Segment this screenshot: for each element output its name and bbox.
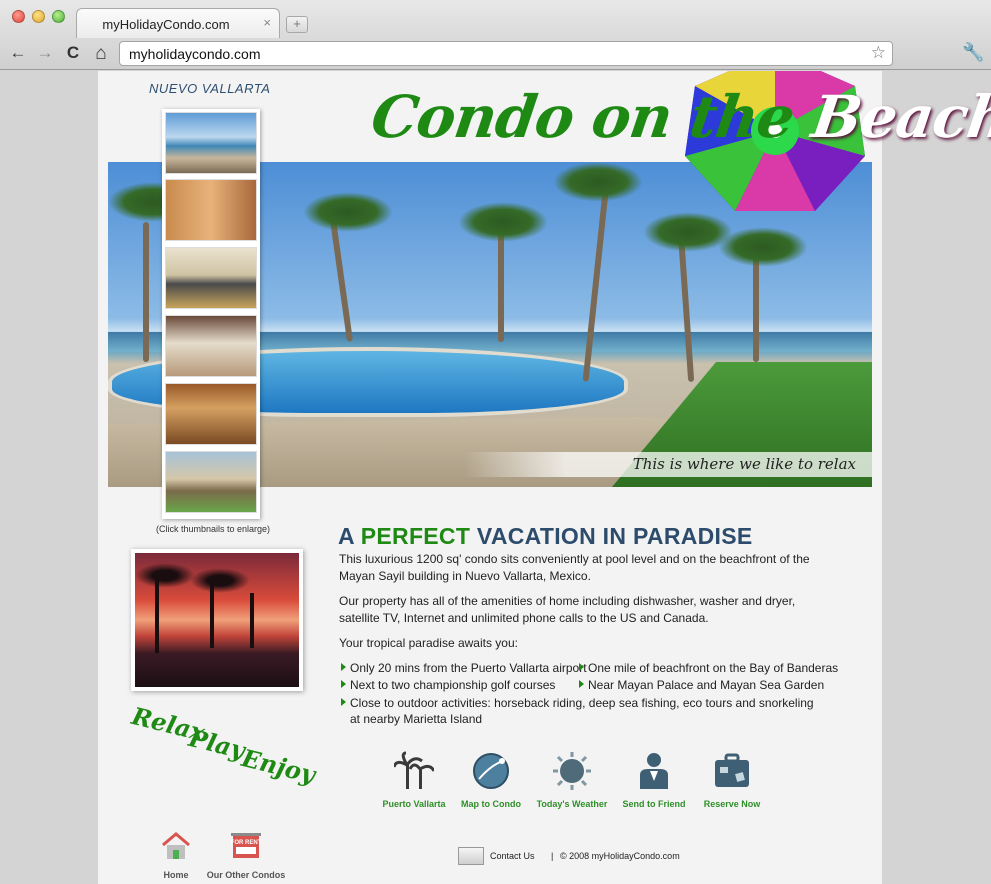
nav-label: Reserve Now: [703, 799, 761, 809]
page-headline: A PERFECT VACATION IN PARADISE: [338, 523, 753, 550]
for-rent-sign-icon: FOR RENT: [231, 833, 262, 858]
sunset-image: [135, 553, 299, 687]
back-icon[interactable]: ←: [8, 43, 28, 63]
site-title: Condo on the Beach: [367, 83, 991, 151]
nav-todays-weather[interactable]: Today's Weather: [532, 751, 612, 809]
nav-puerto-vallarta[interactable]: Puerto Vallarta: [374, 751, 454, 809]
list-item: Only 20 mins from the Puerto Vallarta ai…: [341, 661, 587, 675]
palm-silhouette-leaves: [135, 563, 195, 588]
nav-label: Puerto Vallarta: [382, 799, 446, 809]
footer-label: Home: [163, 870, 189, 880]
footer-home-link[interactable]: Home: [136, 831, 216, 880]
browser-tab[interactable]: myHolidayCondo.com ×: [76, 8, 280, 38]
reload-icon[interactable]: C: [63, 43, 83, 63]
list-item-text: Only 20 mins from the Puerto Vallarta ai…: [350, 661, 587, 675]
headline-pre: A: [338, 523, 361, 549]
awaits-paragraph: Your tropical paradise awaits you:: [339, 636, 518, 650]
footer-other-condos-link[interactable]: FOR RENT Our Other Condos: [206, 831, 286, 880]
suitcase-icon: [712, 751, 752, 791]
home-icon[interactable]: ⌂: [91, 43, 111, 65]
list-item: Next to two championship golf courses: [341, 678, 555, 692]
contact-us-link[interactable]: Contact Us: [490, 851, 535, 861]
palm-trunk: [677, 231, 695, 383]
wrench-menu-icon[interactable]: 🔧: [962, 42, 984, 63]
new-tab-button[interactable]: +: [286, 16, 308, 33]
slogan-play: Play: [185, 723, 248, 765]
caption-bar: This is where we like to relax: [464, 452, 872, 477]
hero-caption: This is where we like to relax: [632, 455, 856, 473]
amenities-paragraph: Our property has all of the amenities of…: [339, 594, 796, 625]
tab-title: myHolidayCondo.com: [102, 17, 230, 32]
bullet-arrow-icon: [341, 663, 346, 671]
palm-leaves: [553, 162, 643, 202]
sun-icon: [552, 751, 592, 791]
palm-trees-icon: [392, 751, 436, 791]
close-window-button[interactable]: [12, 10, 25, 23]
slogan-enjoy: Enjoy: [238, 743, 319, 790]
list-item: Near Mayan Palace and Mayan Sea Garden: [579, 678, 824, 692]
thumbnail-bedroom[interactable]: [165, 315, 257, 377]
zoom-window-button[interactable]: [52, 10, 65, 23]
headline-post: VACATION IN PARADISE: [470, 523, 753, 549]
site-title-part1: Condo on the: [367, 83, 818, 151]
headline-accent: PERFECT: [360, 523, 471, 549]
nav-label: Map to Condo: [461, 799, 521, 809]
list-item-text: Near Mayan Palace and Mayan Sea Garden: [588, 678, 825, 692]
thumbnail-kitchen[interactable]: [165, 383, 257, 445]
thumbnail-playground[interactable]: [165, 451, 257, 513]
forward-icon[interactable]: →: [35, 43, 55, 63]
nav-send-to-friend[interactable]: Send to Friend: [614, 751, 694, 809]
bullet-arrow-icon: [341, 698, 346, 706]
palm-silhouette-leaves: [190, 568, 250, 593]
for-rent-text: FOR RENT: [231, 840, 262, 846]
footer-separator: |: [551, 851, 554, 861]
url-text[interactable]: myholidaycondo.com: [129, 46, 261, 62]
envelope-icon[interactable]: [458, 847, 484, 865]
site-title-part2: Beach: [807, 83, 991, 151]
nav-map-to-condo[interactable]: Map to Condo: [451, 751, 531, 809]
nav-reserve-now[interactable]: Reserve Now: [692, 751, 772, 809]
minimize-window-button[interactable]: [32, 10, 45, 23]
nav-label: Today's Weather: [536, 799, 608, 809]
list-item: One mile of beachfront on the Bay of Ban…: [579, 661, 838, 675]
list-item-text: Close to outdoor activities: horseback r…: [350, 696, 814, 726]
house-icon: [162, 832, 190, 859]
browser-toolbar: myHolidayCondo.com × + ← → C ⌂ myholiday…: [0, 0, 991, 70]
location-label: NUEVO VALLARTA: [149, 81, 271, 96]
palm-trunk: [143, 222, 149, 362]
palm-leaves: [718, 227, 808, 267]
thumbnail-building[interactable]: [165, 179, 257, 241]
intro-paragraph: This luxurious 1200 sq' condo sits conve…: [339, 552, 810, 583]
nav-label: Send to Friend: [622, 799, 686, 809]
copyright: © 2008 myHolidayCondo.com: [560, 851, 680, 861]
thumbnail-living-room[interactable]: [165, 247, 257, 309]
bullet-arrow-icon: [579, 680, 584, 688]
address-bar[interactable]: myholidaycondo.com ☆: [119, 41, 893, 66]
list-item: Close to outdoor activities: horseback r…: [341, 695, 821, 727]
palm-leaves: [458, 202, 548, 242]
thumbnail-pool[interactable]: [165, 112, 257, 174]
palm-leaves: [303, 192, 393, 232]
bullet-arrow-icon: [341, 680, 346, 688]
sunset-photo: [131, 549, 303, 691]
tab-close-icon[interactable]: ×: [263, 15, 271, 30]
globe-icon: [471, 751, 511, 791]
list-item-text: Next to two championship golf courses: [350, 678, 556, 692]
thumbnail-strip: [162, 109, 260, 519]
bullet-arrow-icon: [579, 663, 584, 671]
person-icon: [634, 751, 674, 791]
web-page: NUEVO VALLARTA This is where we like to …: [98, 71, 991, 884]
footer-label: Our Other Condos: [206, 870, 286, 880]
thumbnail-note: (Click thumbnails to enlarge): [156, 524, 271, 534]
bookmark-star-icon[interactable]: ☆: [871, 43, 886, 63]
palm-silhouette: [250, 593, 254, 648]
list-item-text: One mile of beachfront on the Bay of Ban…: [588, 661, 839, 675]
